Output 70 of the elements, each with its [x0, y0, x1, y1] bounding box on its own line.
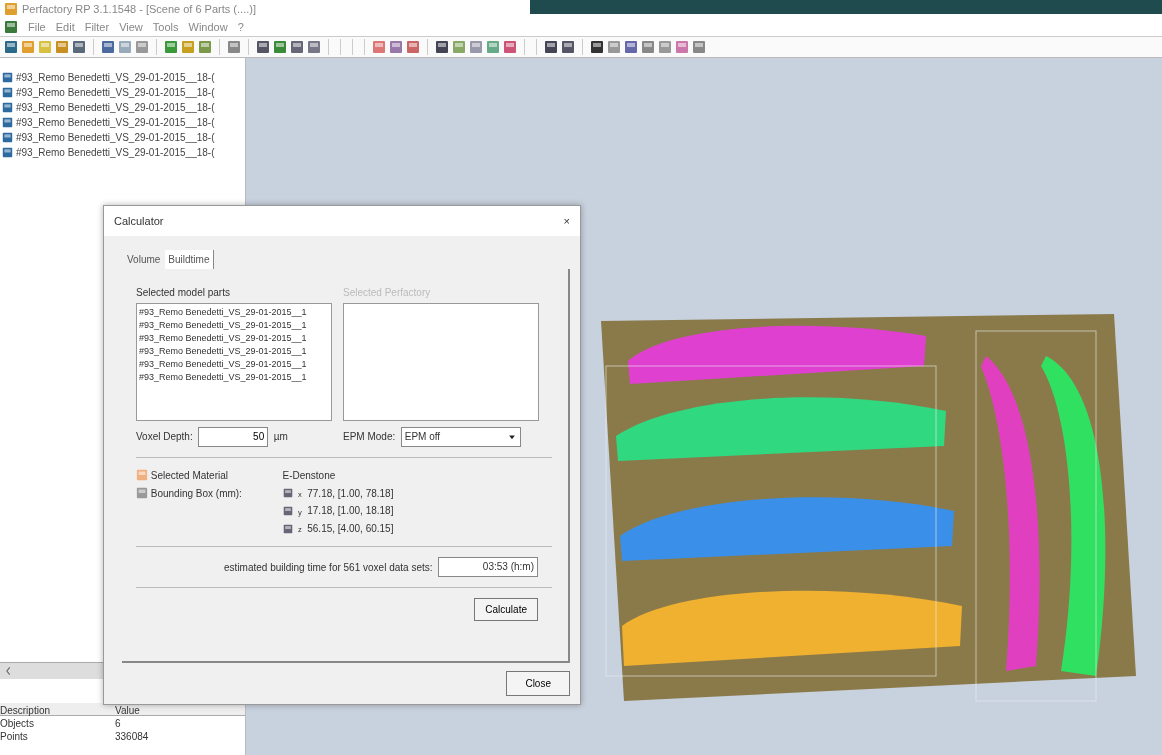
list-label: Selected model parts [136, 286, 231, 300]
menu-item[interactable]: File [28, 18, 46, 36]
dimension-value: 56.15, [4.00, 60.15] [307, 522, 394, 536]
tab[interactable]: Buildtime [165, 250, 214, 269]
cube-icon [2, 87, 13, 98]
property-label: Objects [0, 717, 35, 729]
field-label: Bounding Box (mm): [150, 486, 242, 501]
toolbar-icon[interactable] [590, 40, 604, 54]
window-title: Perfactory RP 3.1.1548 - [Scene of 6 Parts (....)] [22, 1, 256, 17]
toolbar-icon[interactable] [544, 40, 558, 54]
calculate-button[interactable]: Calculate [474, 598, 538, 621]
cube-icon [2, 117, 13, 128]
field-label: Voxel Depth: [136, 430, 193, 445]
unit-label: µm [273, 430, 288, 445]
close-button[interactable]: Close [506, 671, 570, 696]
app-icon [4, 2, 18, 16]
toolbar-icon[interactable] [435, 40, 449, 54]
result-field: 03:53 (h:m) [438, 557, 538, 577]
box-icon [136, 487, 148, 499]
property-value: 336084 [115, 730, 149, 742]
material-icon [136, 469, 148, 482]
tab[interactable]: Volume [124, 250, 164, 269]
toolbar-icon[interactable] [561, 40, 575, 54]
parts-list[interactable] [136, 302, 332, 421]
dimension-value: 77.18, [1.00, 78.18] [307, 486, 394, 501]
menu-item[interactable]: Edit [55, 18, 75, 36]
list-item[interactable]: #93_Remo Benedetti_VS_29-01-2015__1 [139, 370, 329, 384]
property-value: 6 [115, 717, 121, 729]
tree-item[interactable]: #93_Remo Benedetti_VS_29-01-2015__18-( [0, 70, 245, 85]
list-item[interactable]: #93_Remo Benedetti_VS_29-01-2015__1 [139, 305, 329, 319]
document-icon [4, 20, 18, 34]
toolbar-icon[interactable] [256, 40, 270, 54]
estimate-label: estimated building time for 561 voxel data sets: [224, 560, 433, 575]
menu-item[interactable]: Tools [152, 18, 179, 36]
dimension-icon [282, 505, 293, 516]
toolbar-icon[interactable] [72, 40, 86, 54]
column-header: Value [115, 704, 140, 715]
tree-item[interactable]: #93_Remo Benedetti_VS_29-01-2015__18-( [0, 100, 245, 115]
toolbar-icon[interactable] [290, 40, 304, 54]
list-item[interactable]: #93_Remo Benedetti_VS_29-01-2015__1 [139, 357, 329, 371]
field-label: EPM Mode: [343, 430, 396, 445]
dimension-icon [282, 523, 293, 534]
printer-list[interactable] [343, 302, 539, 421]
column-header: Description [0, 704, 52, 715]
dimension-value: 17.18, [1.00, 18.18] [307, 504, 394, 519]
toolbar-icon[interactable] [101, 40, 115, 54]
cube-icon [2, 72, 13, 83]
tree-item[interactable]: #93_Remo Benedetti_VS_29-01-2015__18-( [0, 115, 245, 130]
list-item[interactable]: #93_Remo Benedetti_VS_29-01-2015__1 [139, 318, 329, 332]
property-label: Points [0, 730, 29, 742]
dimension-icon [282, 488, 293, 498]
tree-item[interactable]: #93_Remo Benedetti_VS_29-01-2015__18-( [0, 85, 245, 100]
menu-item[interactable]: Window [188, 18, 228, 36]
input-field[interactable]: 50 [198, 426, 269, 447]
dialog-title: Calculator [114, 213, 164, 229]
field-label: Selected Material [150, 468, 228, 483]
dropdown[interactable]: EPM off [400, 426, 521, 447]
material-value: E-Denstone [282, 468, 337, 483]
menu-item[interactable]: View [119, 18, 143, 36]
cube-icon [2, 132, 13, 143]
tree-item[interactable]: #93_Remo Benedetti_VS_29-01-2015__18-( [0, 145, 245, 160]
toolbar-icon[interactable] [4, 40, 18, 54]
menu-item[interactable]: Filter [84, 18, 110, 36]
close-button[interactable]: × [563, 212, 570, 230]
list-item[interactable]: #93_Remo Benedetti_VS_29-01-2015__1 [139, 331, 329, 345]
cube-icon [2, 147, 13, 158]
menu-item[interactable]: ? [237, 18, 244, 36]
cube-icon [2, 102, 13, 113]
tree-item[interactable]: #93_Remo Benedetti_VS_29-01-2015__18-( [0, 130, 245, 145]
list-item[interactable]: #93_Remo Benedetti_VS_29-01-2015__1 [139, 344, 329, 358]
